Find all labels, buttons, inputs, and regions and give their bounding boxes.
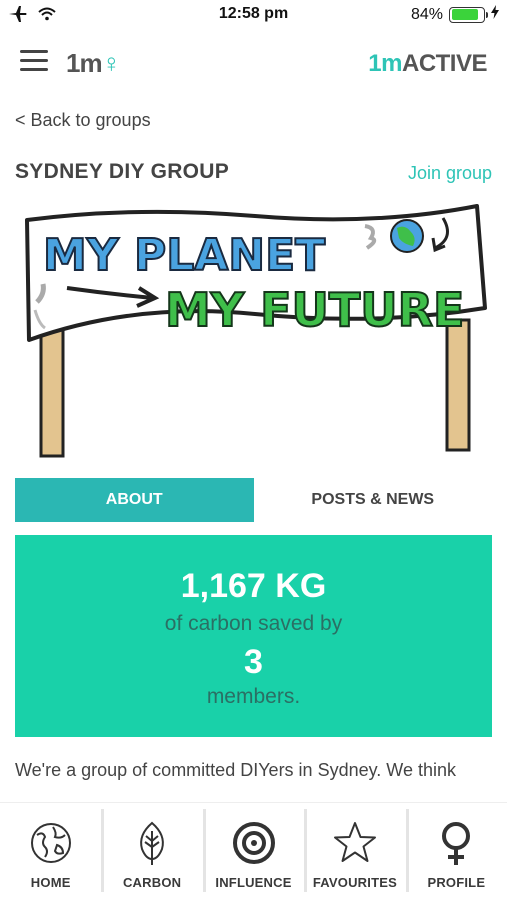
bottom-nav: HOME CARBON INFLUENCE FAVOURITES PROFILE bbox=[0, 802, 507, 900]
battery-fill bbox=[451, 9, 478, 20]
nav-profile[interactable]: PROFILE bbox=[405, 803, 507, 900]
globe-icon bbox=[30, 823, 71, 863]
female-symbol-icon bbox=[442, 822, 471, 865]
battery-percent: 84% bbox=[410, 5, 443, 23]
imactive-logo: 1mACTIVE bbox=[368, 50, 487, 78]
app-logo[interactable]: 1m♀ bbox=[66, 48, 121, 79]
join-group-button[interactable]: Join group bbox=[408, 163, 492, 184]
charging-icon bbox=[491, 5, 499, 24]
nav-influence-label: INFLUENCE bbox=[215, 875, 292, 890]
group-description: We're a group of committed DIYers in Syd… bbox=[15, 760, 456, 780]
nav-favourites-label: FAVOURITES bbox=[312, 875, 397, 890]
nav-home-label: HOME bbox=[30, 875, 71, 890]
target-icon bbox=[232, 822, 275, 864]
banner-line-1: MY PLANET bbox=[43, 230, 325, 281]
carbon-saved-caption: of carbon saved by bbox=[164, 612, 343, 635]
carbon-stats-card: 1,167 KG of carbon saved by 3 members. bbox=[15, 535, 492, 737]
app-header: 1m♀ 1mACTIVE bbox=[0, 40, 507, 86]
members-caption: members. bbox=[206, 685, 301, 708]
imactive-logo-prefix: 1m bbox=[368, 50, 402, 77]
nav-influence[interactable]: INFLUENCE bbox=[202, 803, 304, 900]
group-banner-image: MY PLANET MY FUTURE bbox=[15, 198, 492, 464]
carbon-saved-amount: 1,167 KG bbox=[180, 567, 327, 605]
status-bar: 12:58 pm 84% bbox=[0, 0, 507, 30]
status-right: 84% bbox=[411, 5, 499, 24]
star-icon bbox=[333, 822, 376, 862]
menu-icon[interactable] bbox=[20, 50, 48, 72]
logo-female-symbol: ♀ bbox=[101, 48, 121, 78]
back-to-groups-link[interactable]: < Back to groups bbox=[15, 110, 151, 131]
group-title: SYDNEY DIY GROUP bbox=[15, 160, 230, 183]
member-count: 3 bbox=[244, 643, 263, 681]
leaf-icon bbox=[140, 821, 164, 865]
logo-text: 1m bbox=[66, 48, 103, 78]
banner-line-2: MY FUTURE bbox=[165, 283, 464, 337]
tab-about[interactable]: ABOUT bbox=[15, 478, 254, 522]
tab-posts-news[interactable]: POSTS & NEWS bbox=[253, 478, 492, 522]
nav-carbon-label: CARBON bbox=[122, 875, 182, 890]
imactive-logo-suffix: ACTIVE bbox=[401, 50, 488, 77]
nav-profile-label: PROFILE bbox=[427, 875, 486, 890]
group-tabs: ABOUT POSTS & NEWS bbox=[15, 478, 492, 522]
nav-home[interactable]: HOME bbox=[0, 803, 101, 900]
nav-favourites[interactable]: FAVOURITES bbox=[304, 803, 405, 900]
battery-icon bbox=[449, 6, 488, 23]
nav-carbon[interactable]: CARBON bbox=[101, 803, 202, 900]
